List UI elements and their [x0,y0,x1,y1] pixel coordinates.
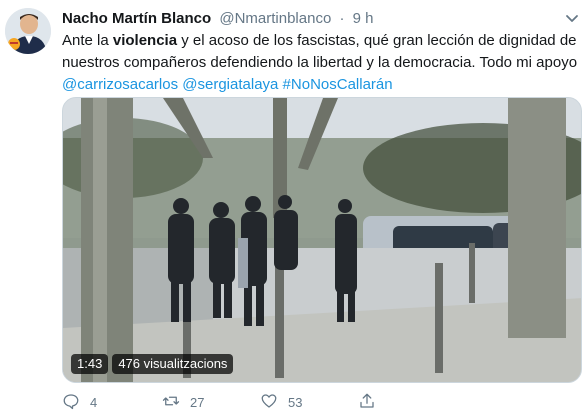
tweet-text-bold: violencia [112,32,178,49]
chevron-down-icon[interactable] [563,12,581,26]
like-icon [260,392,278,413]
video-player[interactable]: 1:43 476 visualitzacions [62,97,582,383]
video-overlay: 1:43 476 visualitzacions [71,354,234,374]
avatar[interactable] [5,8,51,54]
hashtag-link[interactable]: #NoNosCallarán [283,76,393,93]
tweet-time[interactable]: 9 h [353,10,374,27]
tweet: Nacho Martín Blanco @Nmartinblanco · 9 h… [0,0,587,416]
share-button[interactable] [358,392,376,413]
mention-link[interactable]: @carrizosacarlos [62,76,178,93]
retweet-count: 27 [190,395,205,410]
author-name[interactable]: Nacho Martín Blanco [62,10,211,27]
tweet-actions: 4 27 53 [62,392,582,414]
mention-link[interactable]: @sergiatalaya [182,76,278,93]
retweet-icon [162,392,180,413]
reply-button[interactable]: 4 [62,392,97,413]
video-frame [63,98,581,382]
like-count: 53 [288,395,303,410]
like-button[interactable]: 53 [260,392,302,413]
reply-count: 4 [90,395,98,410]
header-separator: · [339,10,345,27]
video-views: 476 visualitzacions [112,354,234,374]
share-icon [358,392,376,413]
retweet-button[interactable]: 27 [162,392,204,413]
video-duration: 1:43 [71,354,109,374]
tweet-text: Ante la violencia y el acoso de los fasc… [62,30,578,96]
author-handle[interactable]: @Nmartinblanco [219,10,331,27]
tweet-header: Nacho Martín Blanco @Nmartinblanco · 9 h [62,9,374,29]
tweet-text-part: Ante la [62,32,113,49]
reply-icon [62,392,80,413]
